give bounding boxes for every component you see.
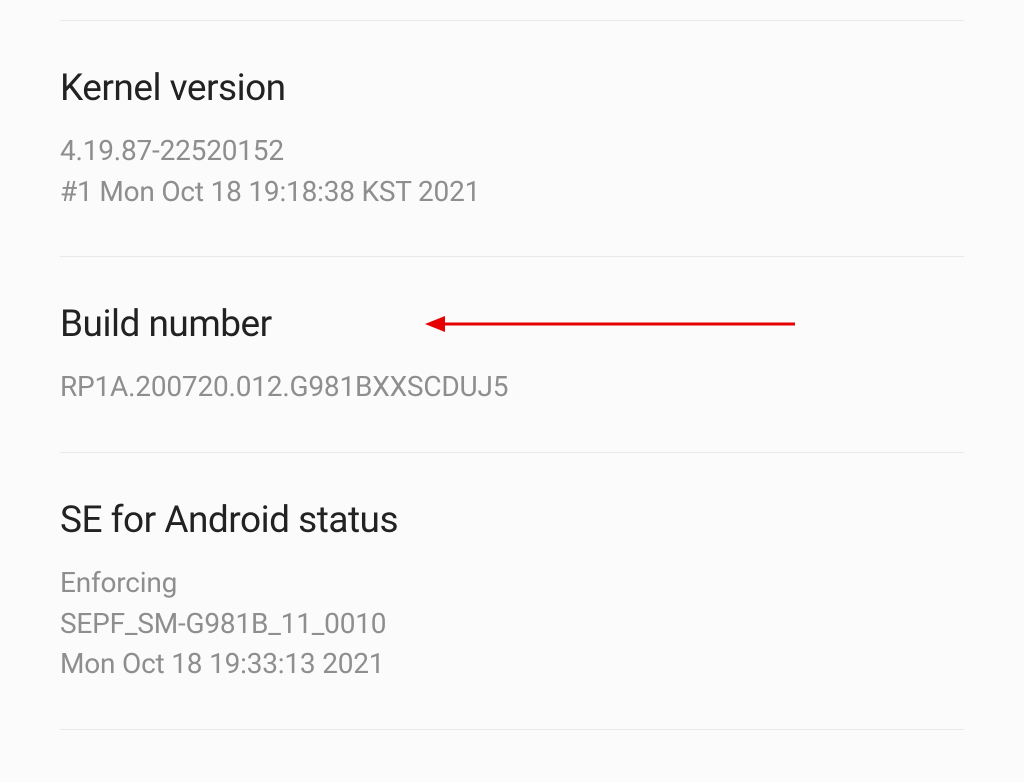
build-number-row[interactable]: Build number RP1A.200720.012.G981BXXSCDU… (60, 257, 964, 452)
divider (60, 729, 964, 730)
build-number-title: Build number (60, 301, 964, 349)
se-android-line1: Enforcing (60, 563, 964, 604)
kernel-version-line1: 4.19.87-22520152 (60, 131, 964, 172)
kernel-version-row[interactable]: Kernel version 4.19.87-22520152 #1 Mon O… (60, 21, 964, 256)
se-android-line2: SEPF_SM-G981B_11_0010 (60, 604, 964, 645)
se-android-status-title: SE for Android status (60, 497, 964, 545)
build-number-value: RP1A.200720.012.G981BXXSCDUJ5 (60, 367, 964, 408)
se-android-line3: Mon Oct 18 19:33:13 2021 (60, 644, 964, 685)
kernel-version-title: Kernel version (60, 65, 964, 113)
se-android-status-row[interactable]: SE for Android status Enforcing SEPF_SM-… (60, 453, 964, 729)
kernel-version-line2: #1 Mon Oct 18 19:18:38 KST 2021 (60, 172, 964, 213)
se-android-status-value: Enforcing SEPF_SM-G981B_11_0010 Mon Oct … (60, 563, 964, 685)
kernel-version-value: 4.19.87-22520152 #1 Mon Oct 18 19:18:38 … (60, 131, 964, 212)
